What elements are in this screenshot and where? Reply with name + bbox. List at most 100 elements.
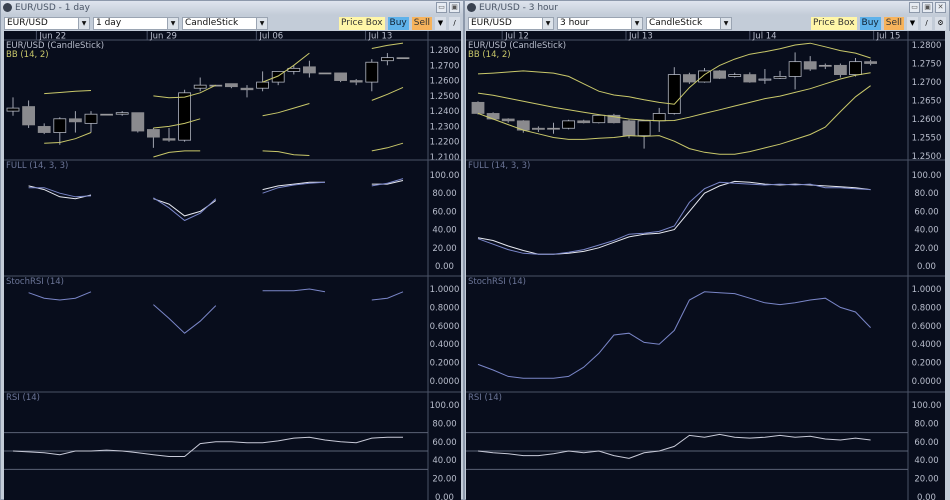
date-label: Jul 15	[876, 32, 901, 42]
axis-tick-label: 100.00	[430, 171, 460, 181]
axis-tick-label: 0.4000	[430, 340, 460, 350]
chart-background	[466, 31, 945, 500]
axis-tick-label: 1.2800	[430, 46, 460, 56]
axis-tick-label: 1.2800	[912, 41, 942, 51]
axis-tick-label: 80.00	[914, 419, 938, 429]
axis-tick-label: 1.2550	[912, 134, 942, 144]
panel-label: FULL (14, 3, 3)	[468, 161, 530, 171]
panel-sublabel: BB (14, 2)	[6, 50, 49, 60]
date-label: Jul 13	[368, 32, 393, 42]
axis-tick-label: 1.0000	[912, 285, 942, 295]
candlestick	[471, 101, 485, 115]
candlestick	[100, 113, 113, 116]
axis-tick-label: 1.2600	[430, 77, 460, 87]
axis-tick-label: 1.0000	[430, 285, 460, 295]
candlestick	[683, 72, 696, 84]
candle-body	[622, 120, 636, 137]
panel-label: FULL (14, 3, 3)	[6, 161, 68, 171]
axis-tick-label: 60.00	[432, 438, 456, 448]
axis-tick-label: 100.00	[430, 401, 460, 411]
axis-tick-label: 20.00	[914, 475, 938, 485]
axis-tick-label: 60.00	[914, 438, 938, 448]
axis-tick-label: 100.00	[912, 171, 942, 181]
chart-canvas[interactable]: Jun 22 Jun 29 Jul 06 Jul 13EUR/USD (CandleS…	[0, 0, 950, 500]
date-label: Jul 13	[628, 32, 653, 42]
axis-tick-label: 0.2000	[912, 359, 942, 369]
candle-body	[53, 118, 67, 133]
axis-tick-label: 60.00	[432, 207, 456, 217]
vertical-scrollbar[interactable]	[945, 31, 950, 500]
candle-body	[834, 64, 847, 75]
candle-body	[743, 74, 757, 83]
axis-tick-label: 0.4000	[912, 340, 942, 350]
axis-tick-label: 1.2700	[912, 78, 942, 88]
axis-tick-label: 1.2300	[430, 122, 460, 132]
axis-tick-label: 0.6000	[912, 322, 942, 332]
candle-body	[788, 61, 802, 77]
date-label: Jul 06	[258, 32, 283, 42]
axis-tick-label: 100.00	[912, 401, 942, 411]
chart-background	[4, 31, 461, 500]
candle-body	[287, 67, 301, 72]
candlestick	[607, 113, 621, 124]
candle-body	[667, 74, 681, 114]
axis-tick-label: 0.2000	[430, 359, 460, 369]
panel-label: RSI (14)	[468, 393, 502, 403]
candle-body	[178, 92, 192, 141]
axis-tick-label: 40.00	[914, 226, 938, 236]
candle-body	[302, 66, 316, 74]
candle-body	[501, 118, 515, 122]
axis-tick-label: 1.2650	[912, 97, 942, 107]
axis-tick-label: 0.0000	[912, 377, 942, 387]
candle-body	[803, 61, 817, 70]
candlestick	[131, 112, 145, 133]
candle-body	[318, 72, 332, 75]
candle-body	[365, 61, 379, 83]
candlestick	[713, 70, 726, 80]
axis-tick-label: 0.00	[435, 493, 454, 500]
axis-tick-label: 20.00	[432, 475, 456, 485]
candle-body	[256, 81, 270, 89]
candlestick	[667, 67, 681, 115]
candle-body	[864, 61, 877, 64]
candle-body	[486, 113, 500, 120]
candle-body	[224, 83, 238, 88]
axis-tick-label: 0.00	[917, 493, 936, 500]
axis-tick-label: 40.00	[432, 456, 456, 466]
candle-body	[577, 120, 591, 124]
axis-tick-label: 1.2400	[430, 107, 460, 117]
candle-body	[547, 127, 560, 130]
candle-body	[758, 78, 772, 81]
axis-tick-label: 1.2700	[430, 61, 460, 71]
candlestick	[592, 114, 606, 124]
chart-0: Jun 22 Jun 29 Jul 06 Jul 13EUR/USD (CandleS…	[4, 31, 461, 500]
candle-body	[146, 129, 160, 138]
candle-body	[380, 57, 394, 62]
axis-tick-label: 80.00	[432, 189, 456, 199]
date-label: Jun 29	[149, 32, 177, 42]
candle-body	[69, 118, 82, 123]
candle-body	[562, 120, 575, 129]
candle-body	[84, 113, 98, 124]
axis-tick-label: 0.00	[435, 262, 454, 272]
axis-tick-label: 0.6000	[430, 322, 460, 332]
candle-body	[532, 127, 545, 130]
axis-tick-label: 40.00	[432, 226, 456, 236]
candle-body	[652, 113, 666, 122]
candle-body	[349, 80, 363, 83]
axis-tick-label: 1.2500	[430, 92, 460, 102]
candle-body	[471, 101, 485, 114]
axis-tick-label: 0.00	[917, 262, 936, 272]
candle-body	[162, 138, 176, 141]
candle-body	[240, 87, 254, 91]
candle-body	[396, 57, 410, 60]
date-label: Jul 12	[504, 32, 529, 42]
axis-tick-label: 0.8000	[912, 303, 942, 313]
date-label: Jul 14	[752, 32, 777, 42]
axis-tick-label: 1.2600	[912, 115, 942, 125]
candle-body	[592, 114, 606, 124]
axis-tick-label: 1.2100	[430, 153, 460, 163]
candle-body	[37, 126, 51, 133]
panel-sublabel: BB (14, 2)	[468, 50, 511, 60]
axis-tick-label: 60.00	[914, 207, 938, 217]
